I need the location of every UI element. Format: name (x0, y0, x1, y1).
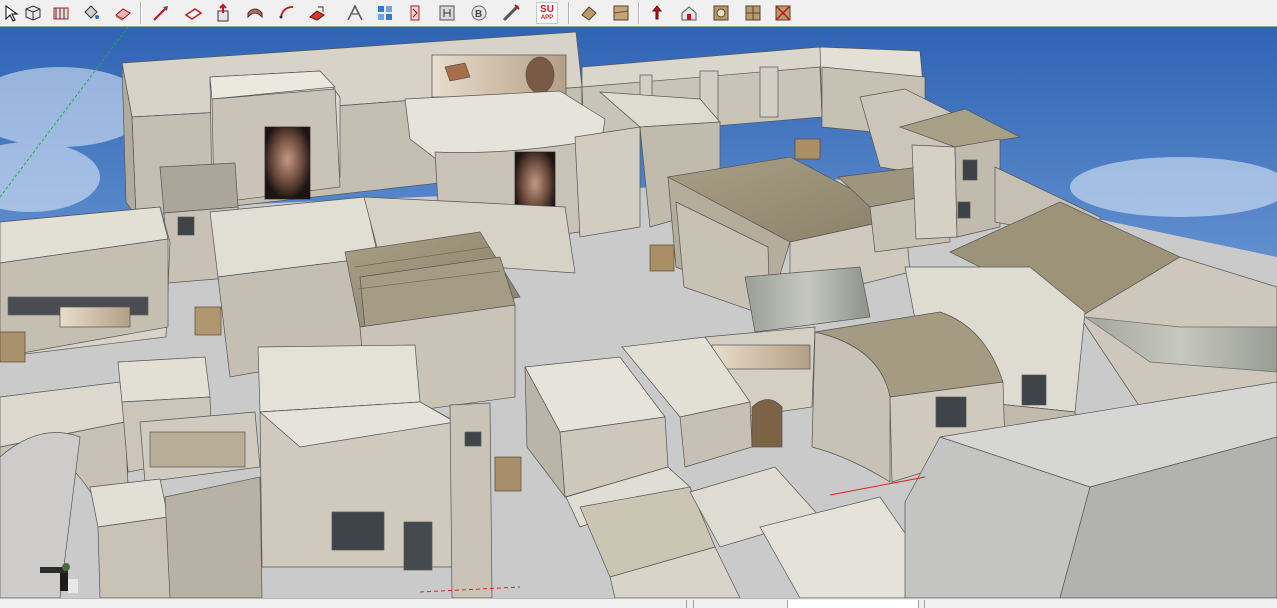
sandbox-from-contours-icon (745, 5, 761, 21)
sandbox-stamp-button[interactable] (610, 2, 632, 24)
axes-icon (502, 4, 520, 22)
su-app-button[interactable]: SU APP (536, 2, 558, 24)
sandbox-flip-edge-button[interactable] (710, 2, 732, 24)
toolbar-separator (638, 2, 640, 24)
sandbox-add-detail-button[interactable] (678, 2, 700, 24)
arc-icon (279, 6, 294, 19)
sandbox-smoove-button[interactable] (578, 2, 600, 24)
arc-button[interactable] (276, 2, 298, 24)
select-icon (5, 5, 19, 22)
sandbox-drape-button[interactable] (646, 2, 668, 24)
sandbox-from-scratch-button[interactable] (772, 2, 794, 24)
eraser-button[interactable] (112, 2, 134, 24)
line-button[interactable] (150, 2, 172, 24)
rectangle-icon (184, 8, 203, 20)
push-pull-button[interactable] (212, 2, 234, 24)
section-plane-icon (53, 7, 69, 20)
sandbox-smoove-icon (581, 6, 597, 21)
3d-text-icon: B (471, 5, 487, 21)
model-scene[interactable] (0, 27, 1277, 598)
sandbox-add-detail-icon (681, 6, 697, 21)
status-separator-2 (693, 600, 694, 608)
axes-button[interactable] (500, 2, 522, 24)
su-app-sublabel: APP (540, 15, 554, 21)
offset-icon (309, 6, 325, 21)
toolbar-separator (140, 2, 142, 24)
select-button[interactable] (0, 2, 22, 24)
tape-measure-button[interactable] (344, 2, 366, 24)
svg-text:B: B (475, 9, 482, 20)
status-separator-3 (924, 600, 925, 608)
push-pull-icon (217, 3, 229, 22)
status-separator-1 (686, 600, 687, 608)
tape-measure-icon (347, 4, 363, 21)
follow-me-icon (247, 8, 263, 19)
su-app-icon: SU APP (536, 2, 558, 24)
paint-bucket-icon (84, 5, 99, 19)
make-component-button[interactable] (22, 2, 44, 24)
offset-button[interactable] (306, 2, 328, 24)
section-plane-button[interactable] (50, 2, 72, 24)
sandbox-flip-edge-icon (713, 5, 729, 21)
paint-bucket-button[interactable] (80, 2, 102, 24)
su-app-label: SU (540, 4, 554, 15)
sandbox-from-contours-button[interactable] (742, 2, 764, 24)
toolbar: B SU APP (0, 0, 1277, 27)
rectangle-button[interactable] (182, 2, 204, 24)
measurements-box[interactable] (787, 600, 919, 608)
line-icon (153, 6, 168, 21)
eraser-icon (115, 8, 131, 21)
dimension-icon (378, 6, 392, 20)
protractor-button[interactable] (404, 2, 426, 24)
follow-me-button[interactable] (244, 2, 266, 24)
sandbox-stamp-icon (613, 5, 629, 21)
text-label-button[interactable] (436, 2, 458, 24)
toolbar-separator (568, 2, 570, 24)
status-bar (0, 598, 1277, 608)
text-label-icon (439, 5, 455, 21)
sandbox-from-scratch-icon (775, 5, 791, 21)
make-component-icon (25, 5, 41, 21)
dimension-button[interactable] (374, 2, 396, 24)
sandbox-drape-icon (651, 5, 663, 20)
protractor-icon (410, 5, 420, 21)
3d-text-button[interactable]: B (468, 2, 490, 24)
3d-viewport[interactable] (0, 27, 1277, 598)
